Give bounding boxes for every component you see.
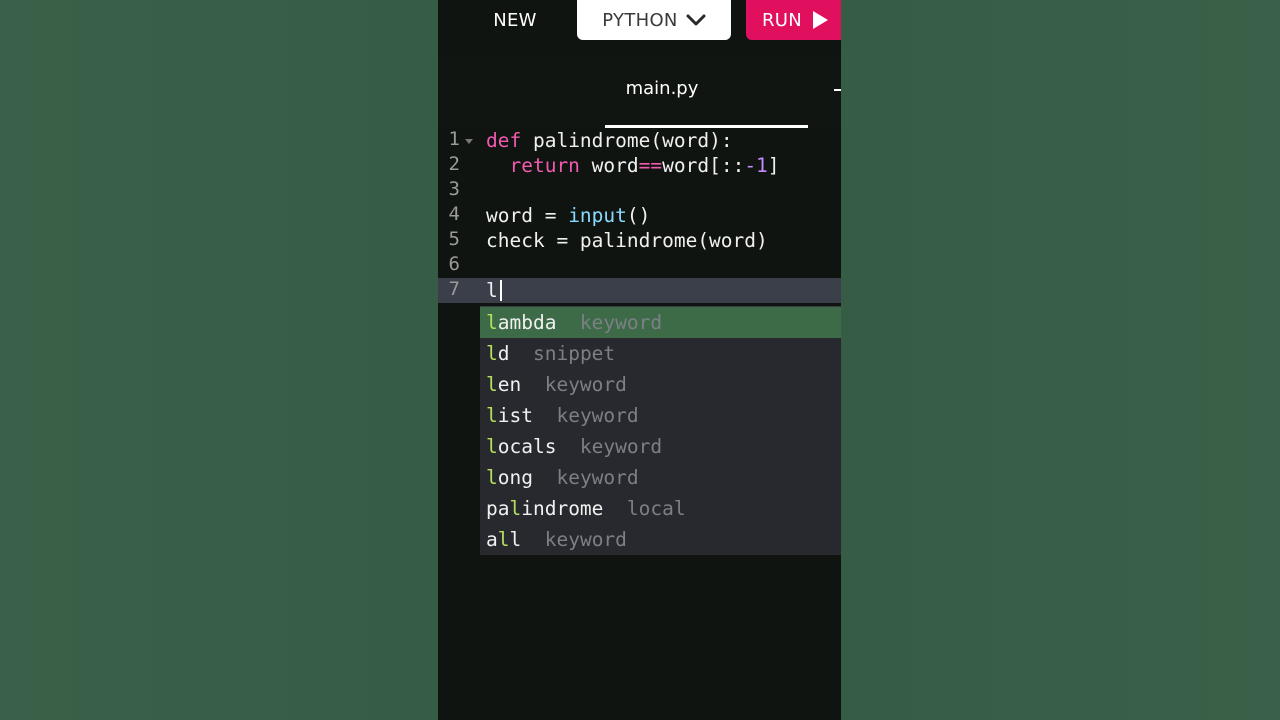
autocomplete-suggestion: lambda keyword — [486, 311, 663, 334]
autocomplete-item[interactable]: all keyword — [480, 524, 841, 555]
text-cursor — [500, 280, 502, 301]
autocomplete-suggestion: list keyword — [486, 404, 639, 427]
active-line-highlight — [438, 278, 841, 303]
autocomplete-type: local — [603, 497, 686, 520]
autocomplete-item[interactable]: palindrome local — [480, 493, 841, 524]
code-token: () — [626, 204, 651, 227]
autocomplete-suggestion: palindrome local — [486, 497, 686, 520]
autocomplete-item[interactable]: long keyword — [480, 462, 841, 493]
autocomplete-item[interactable]: len keyword — [480, 369, 841, 400]
autocomplete-popup: lambda keyword ld snippet len keyword list … — [480, 306, 841, 555]
autocomplete-item[interactable]: lambda keyword — [480, 307, 841, 338]
autocomplete-item[interactable]: locals keyword — [480, 431, 841, 462]
code-token: word[:: — [662, 154, 745, 177]
background-left — [0, 0, 438, 720]
code-token: ] — [767, 154, 780, 177]
line-number: 1 — [448, 128, 460, 150]
code-line[interactable]: l — [486, 278, 498, 303]
language-select-value: PYTHON — [602, 9, 678, 31]
autocomplete-type: keyword — [532, 466, 639, 489]
run-button[interactable]: RUN — [746, 0, 841, 40]
line-number: 4 — [448, 203, 460, 225]
tab-label: main.py — [625, 78, 699, 99]
code-token: l — [486, 279, 498, 302]
autocomplete-item[interactable]: ld snippet — [480, 338, 841, 369]
autocomplete-suggestion: len keyword — [486, 373, 627, 396]
autocomplete-suggestion: all keyword — [486, 528, 627, 551]
code-token: input — [568, 204, 627, 227]
autocomplete-type: keyword — [556, 311, 663, 334]
code-token: palindrome(word): — [521, 129, 733, 152]
line-number: 7 — [448, 278, 460, 300]
code-token: word = — [486, 204, 569, 227]
code-token: word — [579, 154, 639, 177]
code-token: -1 — [744, 154, 768, 177]
code-line[interactable]: return word==word[::-1] — [486, 153, 780, 178]
autocomplete-suggestion: locals keyword — [486, 435, 663, 458]
autocomplete-type: snippet — [509, 342, 616, 365]
fold-arrow-icon[interactable] — [465, 139, 473, 144]
play-icon — [813, 11, 829, 29]
autocomplete-type: keyword — [556, 435, 663, 458]
autocomplete-suggestion: ld snippet — [486, 342, 616, 365]
language-select[interactable]: PYTHON — [577, 0, 731, 40]
new-button-label: NEW — [493, 9, 537, 31]
autocomplete-item[interactable]: list keyword — [480, 400, 841, 431]
code-token: return — [509, 154, 580, 177]
code-editor-app: NEW PYTHON RUN main.py lambda keyword ld … — [438, 0, 841, 720]
autocomplete-suggestion: long keyword — [486, 466, 639, 489]
line-number: 2 — [448, 153, 460, 175]
code-token: check = palindrome(word) — [486, 229, 768, 252]
background-right — [841, 0, 1280, 720]
code-token: == — [638, 154, 663, 177]
tab-main-py[interactable]: main.py — [605, 74, 808, 128]
autocomplete-type: keyword — [521, 528, 627, 551]
new-button[interactable]: NEW — [478, 0, 552, 40]
code-line[interactable]: def palindrome(word): — [486, 128, 733, 153]
code-token: def — [486, 129, 522, 152]
line-number: 5 — [448, 228, 460, 250]
autocomplete-type: keyword — [532, 404, 639, 427]
code-line[interactable]: word = input() — [486, 203, 650, 228]
line-number: 6 — [448, 253, 460, 275]
file-tabs: main.py — [438, 54, 841, 128]
code-line[interactable]: check = palindrome(word) — [486, 228, 768, 253]
tab-overflow-indicator[interactable] — [834, 89, 841, 91]
run-button-label: RUN — [762, 9, 803, 31]
line-number: 3 — [448, 178, 460, 200]
toolbar: NEW PYTHON RUN — [438, 0, 841, 54]
autocomplete-type: keyword — [521, 373, 627, 396]
chevron-down-icon — [686, 14, 706, 26]
